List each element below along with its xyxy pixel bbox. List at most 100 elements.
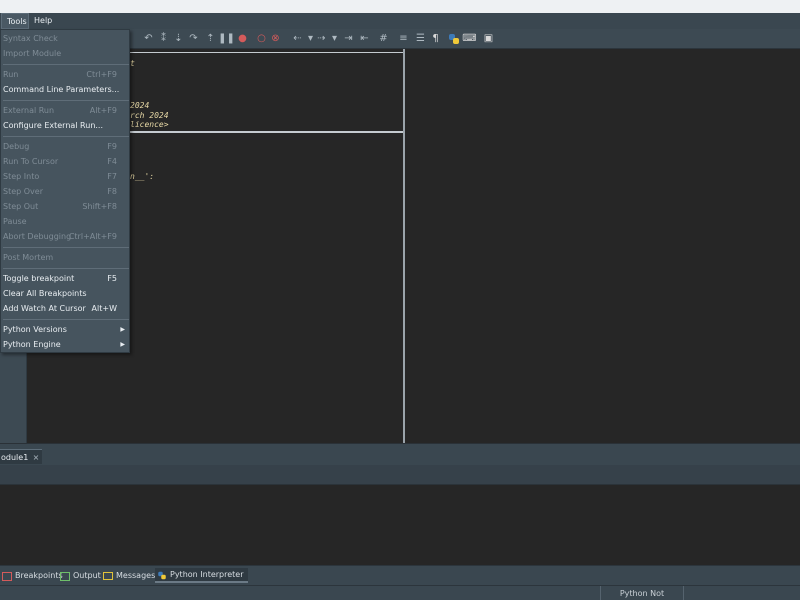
menu-item-run-to-cursor[interactable]: Run To Cursor F4 bbox=[1, 154, 129, 169]
menu-item-label: Command Line Parameters... bbox=[3, 85, 120, 94]
menu-item-label: Step Over bbox=[3, 187, 43, 196]
menu-item-shortcut: F7 bbox=[107, 172, 117, 181]
pilcrow-icon[interactable]: ¶ bbox=[428, 31, 443, 46]
editor-docstring-bottom-border bbox=[130, 131, 403, 133]
menubar: Tools Help bbox=[0, 13, 800, 29]
python-icon[interactable] bbox=[446, 31, 461, 46]
menu-item-label: Configure External Run... bbox=[3, 121, 104, 130]
undo-icon[interactable]: ↶ bbox=[141, 31, 156, 46]
menu-item-step-into[interactable]: Step Into F7 bbox=[1, 169, 129, 184]
close-icon[interactable]: × bbox=[32, 450, 40, 465]
menu-item-external-run[interactable]: External Run Alt+F9 bbox=[1, 103, 129, 118]
menu-item-syntax-check[interactable]: Syntax Check bbox=[1, 31, 129, 46]
menu-item-python-versions[interactable]: Python Versions ▶ bbox=[1, 322, 129, 337]
menu-item-label: Abort Debugging bbox=[3, 232, 72, 241]
menu-item-command-line-parameters[interactable]: Command Line Parameters... bbox=[1, 82, 129, 97]
panel-header bbox=[0, 465, 800, 485]
menu-item-python-engine[interactable]: Python Engine ▶ bbox=[1, 337, 129, 352]
menu-item-import-module[interactable]: Import Module bbox=[1, 46, 129, 61]
code-line: rch 2024 bbox=[130, 111, 169, 120]
tools-dropdown-menu: Syntax Check Import Module Run Ctrl+F9 Co… bbox=[0, 29, 130, 353]
breakpoint-icon[interactable]: ● bbox=[235, 31, 250, 46]
tab-messages[interactable]: Messages bbox=[101, 568, 155, 583]
step-out-icon[interactable]: ⇡ bbox=[203, 31, 218, 46]
menu-item-shortcut: Alt+W bbox=[91, 304, 117, 313]
step-into-icon[interactable]: ⇣ bbox=[171, 31, 186, 46]
menu-separator bbox=[3, 136, 129, 137]
chevron-right-icon: ▶ bbox=[120, 326, 125, 333]
menu-item-abort-debugging[interactable]: Abort Debugging Ctrl+Alt+F9 bbox=[1, 229, 129, 244]
menu-item-configure-external-run[interactable]: Configure External Run... bbox=[1, 118, 129, 133]
tab-module1[interactable]: odule1 × bbox=[0, 449, 42, 464]
menu-item-label: External Run bbox=[3, 106, 55, 115]
tab-label: Output bbox=[73, 571, 101, 580]
menu-separator bbox=[3, 100, 129, 101]
window-top-strip bbox=[0, 0, 800, 13]
menu-item-label: Step Into bbox=[3, 172, 40, 181]
menu-item-label: Toggle breakpoint bbox=[3, 274, 75, 283]
menu-item-toggle-breakpoint[interactable]: Toggle breakpoint F5 bbox=[1, 271, 129, 286]
menu-item-shortcut: F4 bbox=[107, 157, 117, 166]
menu-item-label: Run bbox=[3, 70, 19, 79]
menu-tools[interactable]: Tools bbox=[1, 13, 29, 29]
tab-label: Python Interpreter bbox=[170, 570, 244, 579]
menu-item-label: Step Out bbox=[3, 202, 39, 211]
code-line: n__': bbox=[130, 172, 155, 181]
menu-item-debug[interactable]: Debug F9 bbox=[1, 139, 129, 154]
dedent-icon[interactable]: ⇤ bbox=[357, 31, 372, 46]
python-status: Python Not Available bbox=[600, 586, 684, 600]
step-icon[interactable]: ⁑ bbox=[156, 31, 171, 46]
menu-separator bbox=[3, 64, 129, 65]
menu-item-step-over[interactable]: Step Over F8 bbox=[1, 184, 129, 199]
pause-icon[interactable]: ❚❚ bbox=[218, 31, 235, 46]
tab-output[interactable]: Output bbox=[58, 568, 101, 583]
menu-separator bbox=[3, 247, 129, 248]
indent-icon[interactable]: ⇥ bbox=[341, 31, 356, 46]
forward-dropdown-icon[interactable]: ▾ bbox=[327, 31, 342, 46]
tab-label: odule1 bbox=[1, 453, 29, 462]
output-icon bbox=[60, 571, 70, 581]
menu-item-shortcut: F8 bbox=[107, 187, 117, 196]
menu-item-label: Syntax Check bbox=[3, 34, 58, 43]
messages-icon bbox=[103, 571, 113, 580]
layout-icon[interactable]: ▣ bbox=[481, 31, 496, 46]
menu-item-shortcut: Shift+F8 bbox=[82, 202, 117, 211]
status-bar: Python Not Available bbox=[0, 585, 800, 600]
breakpoints-icon bbox=[2, 571, 12, 581]
abort-icon[interactable]: ⊗ bbox=[268, 31, 283, 46]
menu-item-clear-all-breakpoints[interactable]: Clear All Breakpoints bbox=[1, 286, 129, 301]
menu-item-shortcut: Alt+F9 bbox=[89, 106, 117, 115]
python-icon bbox=[157, 570, 167, 580]
menu-item-label: Debug bbox=[3, 142, 30, 151]
menu-item-label: Import Module bbox=[3, 49, 62, 58]
menu-item-label: Post Mortem bbox=[3, 253, 54, 262]
list-icon[interactable]: ≡ bbox=[396, 31, 411, 46]
stop-icon[interactable]: ○ bbox=[254, 31, 269, 46]
step-over-icon[interactable]: ↷ bbox=[186, 31, 201, 46]
menu-item-label: Python Engine bbox=[3, 340, 61, 349]
menu-item-label: Add Watch At Cursor bbox=[3, 304, 86, 313]
tab-label: Messages bbox=[116, 571, 156, 580]
menu-item-shortcut: F5 bbox=[107, 274, 117, 283]
menu-item-run[interactable]: Run Ctrl+F9 bbox=[1, 67, 129, 82]
menu-item-pause[interactable]: Pause bbox=[1, 214, 129, 229]
tab-breakpoints[interactable]: Breakpoints bbox=[0, 568, 63, 583]
menu-help[interactable]: Help bbox=[29, 13, 57, 29]
bottom-panel-tabs: Breakpoints Output Messages Python Inter… bbox=[0, 565, 800, 585]
code-line: t bbox=[130, 59, 135, 68]
keyboard-icon[interactable]: ⌨ bbox=[462, 31, 477, 46]
menu-item-label: Clear All Breakpoints bbox=[3, 289, 87, 298]
menu-item-add-watch-at-cursor[interactable]: Add Watch At Cursor Alt+W bbox=[1, 301, 129, 316]
tab-python-interpreter[interactable]: Python Interpreter bbox=[155, 568, 248, 583]
menu-item-shortcut: Ctrl+Alt+F9 bbox=[68, 232, 117, 241]
toggle-list-icon[interactable]: ☰ bbox=[413, 31, 428, 46]
python-interpreter-panel[interactable] bbox=[0, 485, 800, 565]
menu-item-post-mortem[interactable]: Post Mortem bbox=[1, 250, 129, 265]
menu-separator bbox=[3, 319, 129, 320]
menu-separator bbox=[3, 268, 129, 269]
menu-item-step-out[interactable]: Step Out Shift+F8 bbox=[1, 199, 129, 214]
editor-docstring-top-border bbox=[130, 52, 403, 53]
comment-icon[interactable]: # bbox=[376, 31, 391, 46]
code-line: 2024 bbox=[130, 101, 150, 110]
editor-split-handle[interactable] bbox=[403, 49, 405, 443]
